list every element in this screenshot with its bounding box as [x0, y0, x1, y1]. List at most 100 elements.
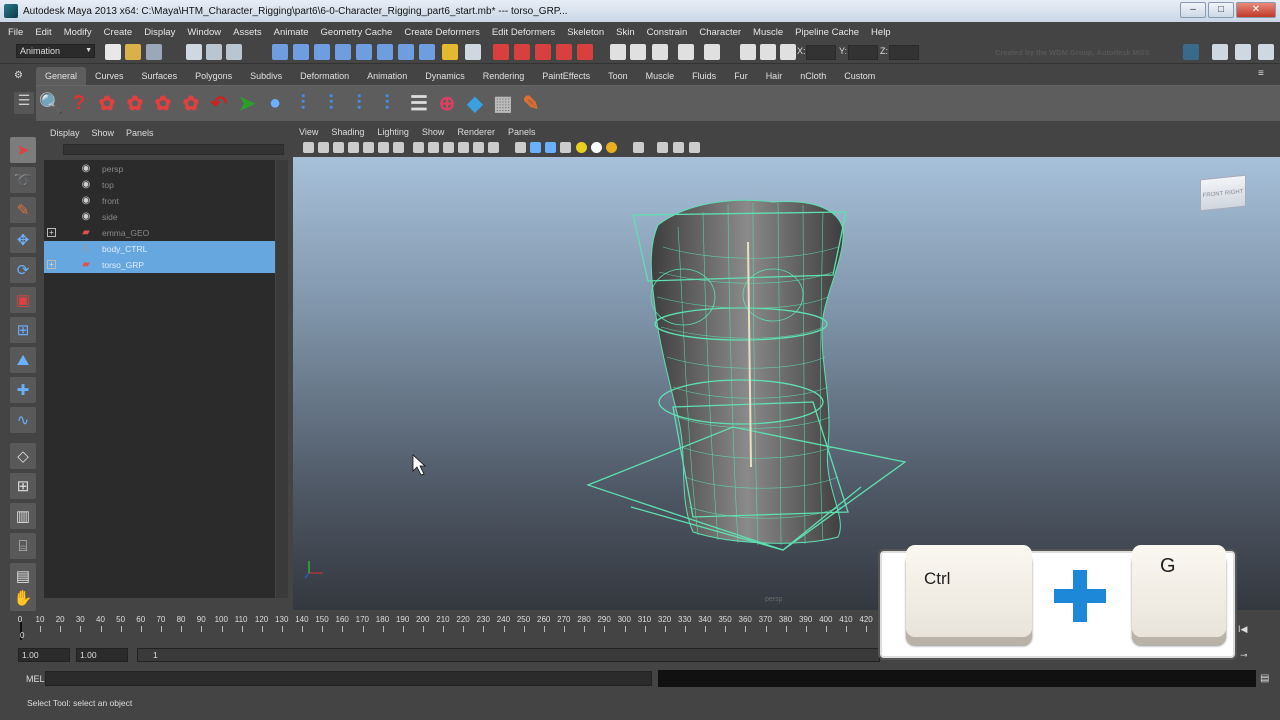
safe-action-icon[interactable] — [443, 142, 454, 153]
render-settings-icon[interactable] — [535, 44, 551, 60]
attribute-editor-icon[interactable] — [652, 44, 668, 60]
select-component-icon[interactable] — [226, 44, 242, 60]
close-button[interactable]: ✕ — [1236, 2, 1276, 18]
open-scene-icon[interactable] — [125, 44, 141, 60]
gate-mask-icon[interactable] — [413, 142, 424, 153]
all-lights-icon[interactable] — [591, 142, 602, 153]
camera-attributes-icon[interactable] — [318, 142, 329, 153]
layout-four-icon[interactable]: ⊞ — [10, 473, 36, 499]
xray-joints-icon[interactable] — [545, 142, 556, 153]
menu-muscle[interactable]: Muscle — [753, 27, 783, 38]
menu-file[interactable]: File — [8, 27, 23, 38]
x-field[interactable] — [806, 45, 836, 60]
shelf-options-icon[interactable]: ⚙ — [14, 70, 26, 82]
snap-point-icon[interactable] — [314, 44, 330, 60]
shelf-tab-surfaces[interactable]: Surfaces — [133, 67, 187, 85]
help-icon[interactable]: ? — [66, 90, 92, 116]
camera-select-icon[interactable] — [303, 142, 314, 153]
shelf-tab-fur[interactable]: Fur — [725, 67, 757, 85]
viewport-menu-view[interactable]: View — [299, 125, 318, 140]
outliner-item-emma-geo[interactable]: + ▰ emma_GEO — [44, 225, 275, 241]
high-quality-icon[interactable] — [657, 142, 668, 153]
render-view-icon[interactable] — [577, 44, 593, 60]
select-by-name-icon[interactable]: 🔍 — [38, 90, 64, 116]
image-plane-icon[interactable] — [348, 142, 359, 153]
menu-skin[interactable]: Skin — [616, 27, 634, 38]
undo-icon[interactable]: ↶ — [206, 90, 232, 116]
sphere-icon[interactable]: ● — [262, 90, 288, 116]
isolate-select-icon[interactable] — [633, 142, 644, 153]
animation-start-field[interactable]: 1.00 — [18, 648, 70, 662]
shelf-tab-ncloth[interactable]: nCloth — [791, 67, 835, 85]
shelf-tab-animation[interactable]: Animation — [358, 67, 416, 85]
snap-icon[interactable] — [398, 44, 414, 60]
show-manipulator-icon[interactable]: ✚ — [10, 377, 36, 403]
shelf-tab-muscle[interactable]: Muscle — [637, 67, 684, 85]
shelf-tab-custom[interactable]: Custom — [835, 67, 884, 85]
menu-assets[interactable]: Assets — [233, 27, 262, 38]
outliner-item-torso-grp[interactable]: + ▰ torso_GRP — [44, 257, 275, 273]
input-line-icon[interactable] — [610, 44, 626, 60]
maximize-button[interactable]: □ — [1208, 2, 1234, 18]
new-scene-icon[interactable] — [105, 44, 121, 60]
smooth-shade-icon[interactable] — [488, 142, 499, 153]
channel-box-icon[interactable] — [630, 44, 646, 60]
hypergraph-icon[interactable]: ⊕ — [434, 90, 460, 116]
construction-history-icon[interactable] — [465, 44, 481, 60]
layout-graph-icon[interactable]: ⌸ — [10, 533, 36, 559]
perspective-viewport[interactable]: FRONT RIGHT persp — [293, 157, 1280, 610]
paint-icon[interactable]: ✎ — [518, 90, 544, 116]
outliner-item-top[interactable]: ◉ top — [44, 177, 275, 193]
render-icon[interactable] — [493, 44, 509, 60]
rotate-tool-icon[interactable]: ⟳ — [10, 257, 36, 283]
expand-icon[interactable]: + — [47, 260, 56, 269]
wireframe-on-shaded-icon[interactable] — [515, 142, 526, 153]
move-tool-icon[interactable]: ✥ — [10, 227, 36, 253]
layout-icon[interactable] — [704, 44, 720, 60]
transform-mode-icon[interactable] — [780, 44, 796, 60]
menu-constrain[interactable]: Constrain — [647, 27, 688, 38]
shadows-icon[interactable] — [606, 142, 617, 153]
play-forward-icon[interactable]: I◀ — [1238, 624, 1258, 634]
quick-layout-icon[interactable]: ✋ — [10, 585, 36, 611]
delete-history-icon[interactable]: ✿ — [178, 90, 204, 116]
shelf-tab-subdivs[interactable]: Subdivs — [241, 67, 291, 85]
shelf-tab-fluids[interactable]: Fluids — [683, 67, 725, 85]
center-pivot-icon[interactable]: ✿ — [150, 90, 176, 116]
shelf-tab-rendering[interactable]: Rendering — [474, 67, 534, 85]
y-field[interactable] — [848, 45, 878, 60]
snap-curve-icon[interactable] — [293, 44, 309, 60]
menu-edit-deformers[interactable]: Edit Deformers — [492, 27, 555, 38]
outliner-menu-show[interactable]: Show — [92, 128, 115, 138]
menu-skeleton[interactable]: Skeleton — [567, 27, 604, 38]
ipr-render-icon[interactable] — [514, 44, 530, 60]
minimize-button[interactable]: – — [1180, 2, 1206, 18]
outliner-item-front[interactable]: ◉ front — [44, 193, 275, 209]
shelf-tab-painteffects[interactable]: PaintEffects — [533, 67, 599, 85]
shelf-tab-general[interactable]: General — [36, 67, 87, 85]
move-objects-icon[interactable]: ⫶ — [374, 90, 400, 116]
shelf-menu-icon[interactable]: ≡ — [1258, 68, 1270, 80]
channel-box-toggle-icon[interactable] — [1235, 44, 1251, 60]
menu-edit[interactable]: Edit — [35, 27, 51, 38]
xray-icon[interactable] — [530, 142, 541, 153]
layout-outliner-icon[interactable]: ▥ — [10, 503, 36, 529]
align-icon[interactable]: ⫶ — [290, 90, 316, 116]
shelf-tab-curves[interactable]: Curves — [86, 67, 133, 85]
two-sided-icon[interactable] — [673, 142, 684, 153]
save-scene-icon[interactable] — [146, 44, 162, 60]
scale-tool-icon[interactable]: ▣ — [10, 287, 36, 313]
outliner-menu-panels[interactable]: Panels — [126, 128, 154, 138]
select-hierarchy-icon[interactable] — [186, 44, 202, 60]
command-input[interactable] — [45, 671, 652, 686]
menu-window[interactable]: Window — [187, 27, 221, 38]
snap-view-icon[interactable] — [335, 44, 351, 60]
resolution-gate-icon[interactable] — [393, 142, 404, 153]
outliner-item-body-ctrl[interactable]: S body_CTRL — [44, 241, 275, 257]
uv-editor-icon[interactable]: ◆ — [462, 90, 488, 116]
play-icon[interactable]: ➤ — [234, 90, 260, 116]
expand-icon[interactable]: + — [47, 228, 56, 237]
menu-geometry-cache[interactable]: Geometry Cache — [321, 27, 393, 38]
wireframe-icon[interactable] — [473, 142, 484, 153]
distribute-icon[interactable]: ⫶ — [318, 90, 344, 116]
